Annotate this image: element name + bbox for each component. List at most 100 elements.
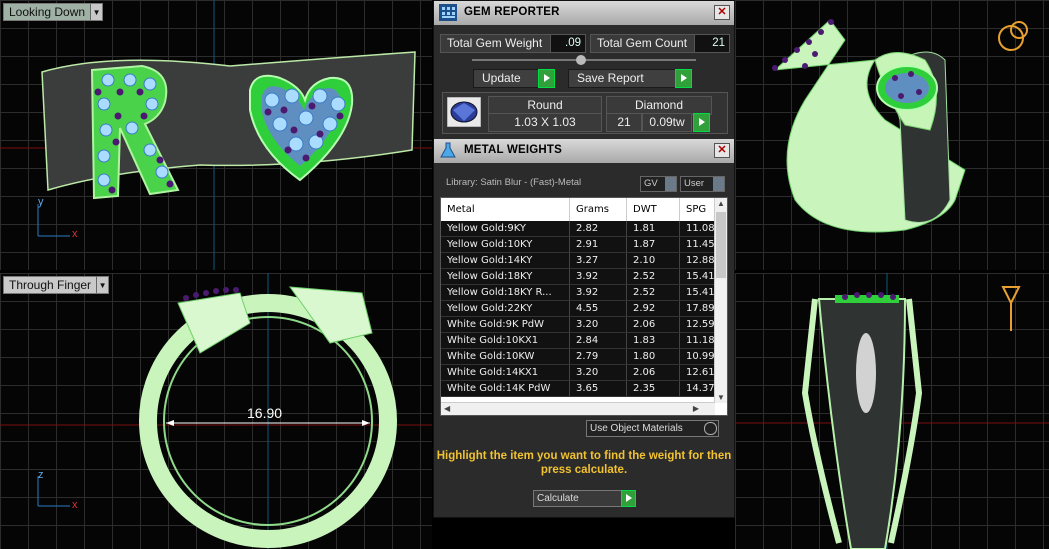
total-gem-weight-label: Total Gem Weight	[440, 34, 552, 53]
grams-cell: 3.92	[569, 284, 627, 301]
vertical-scrollbar[interactable]: ▲ ▼	[714, 198, 727, 403]
metal-cell: Yellow Gold:18KY	[441, 268, 570, 285]
scroll-up-icon[interactable]: ▲	[717, 199, 725, 208]
chevron-down-icon[interactable]: ▼	[90, 4, 103, 20]
grams-cell: 3.92	[569, 268, 627, 285]
column-header[interactable]: Metal	[441, 198, 570, 221]
table-row[interactable]: Yellow Gold:18KY R... 3.92 2.52 15.41	[441, 284, 727, 301]
table-row[interactable]: Yellow Gold:14KY 3.27 2.10 12.88	[441, 252, 727, 269]
gem-go-button[interactable]	[693, 113, 710, 132]
ring-front-view	[0, 273, 432, 549]
update-label: Update	[482, 71, 521, 85]
viewport-top-left[interactable]: y x Looking Down ▼	[0, 0, 432, 270]
metal-cell: Yellow Gold:22KY	[441, 300, 570, 317]
viewport-bottom-right[interactable]	[735, 273, 1049, 549]
scroll-thumb[interactable]	[716, 212, 726, 278]
update-button[interactable]: Update	[473, 69, 555, 88]
viewport-label-top-left[interactable]: Looking Down ▼	[3, 3, 104, 21]
panel-splitter[interactable]	[472, 55, 696, 65]
scroll-left-icon[interactable]: ◀	[444, 404, 450, 413]
close-icon[interactable]: ✕	[714, 143, 730, 158]
table-row[interactable]: White Gold:10KW 2.79 1.80 10.99	[441, 348, 727, 365]
viewport-top-right[interactable]	[735, 0, 1049, 270]
save-report-button[interactable]: Save Report	[568, 69, 692, 88]
column-header[interactable]: Grams	[569, 198, 627, 221]
dwt-cell: 2.06	[626, 316, 680, 333]
metal-cell: White Gold:10KX1	[441, 332, 570, 349]
radio-icon	[704, 422, 717, 435]
flask-icon	[440, 142, 456, 158]
dwt-cell: 1.87	[626, 236, 680, 253]
table-row[interactable]: Yellow Gold:22KY 4.55 2.92 17.89	[441, 300, 727, 317]
table-row[interactable]: Yellow Gold:18KY 3.92 2.52 15.41	[441, 268, 727, 285]
table-row[interactable]: White Gold:9K PdW 3.20 2.06 12.59	[441, 316, 727, 333]
dwt-cell: 2.52	[626, 284, 680, 301]
grams-cell: 3.20	[569, 316, 627, 333]
dwt-cell: 1.83	[626, 332, 680, 349]
metal-cell: Yellow Gold:9KY	[441, 221, 570, 237]
metal-cell: White Gold:9K PdW	[441, 316, 570, 333]
instruction-text: Highlight the item you want to find the …	[436, 450, 732, 476]
gv-selector[interactable]: GV	[640, 176, 677, 192]
use-object-materials-toggle[interactable]: Use Object Materials	[586, 420, 719, 437]
user-selector[interactable]: User	[680, 176, 725, 192]
gem-reporter-panel: GEM REPORTER ✕ Total Gem Weight .09 Tota…	[433, 0, 735, 518]
chevron-down-icon[interactable]: ▼	[96, 277, 109, 293]
info-icon	[713, 177, 724, 191]
gem-count: 21	[606, 113, 642, 132]
perspective-gizmo-icon	[998, 21, 1028, 51]
ring-diameter-dimension: 16.90	[247, 405, 283, 421]
total-gem-weight-value: .09	[550, 34, 586, 53]
horizontal-scrollbar[interactable]: ◀ ▶	[441, 402, 715, 415]
metal-cell: White Gold:14K PdW	[441, 380, 570, 397]
total-gem-count-value: 21	[694, 34, 730, 53]
scroll-down-icon[interactable]: ▼	[717, 393, 725, 402]
metal-cell: Yellow Gold:10KY	[441, 236, 570, 253]
table-row[interactable]: White Gold:14KX1 3.20 2.06 12.61	[441, 364, 727, 381]
table-row[interactable]: Yellow Gold:10KY 2.91 1.87 11.45	[441, 236, 727, 253]
dwt-cell: 1.81	[626, 221, 680, 237]
use-object-materials-label: Use Object Materials	[590, 423, 683, 434]
gem-reporter-header[interactable]: GEM REPORTER ✕	[434, 1, 734, 25]
user-label: User	[684, 178, 705, 189]
x-axis-label: x	[72, 499, 78, 511]
play-icon	[621, 490, 636, 507]
column-header[interactable]: DWT	[626, 198, 680, 221]
metal-weights-header[interactable]: METAL WEIGHTS ✕	[434, 139, 734, 163]
scroll-right-icon[interactable]: ▶	[693, 404, 699, 413]
viewport-bottom-left[interactable]: 16.90 z x Through Finger ▼	[0, 273, 432, 549]
z-axis-label: z	[38, 469, 44, 481]
dwt-cell: 2.35	[626, 380, 680, 397]
grams-cell: 2.84	[569, 332, 627, 349]
dwt-cell: 2.92	[626, 300, 680, 317]
table-row[interactable]: White Gold:14K PdW 3.65 2.35 14.37	[441, 380, 727, 397]
play-icon	[699, 118, 705, 126]
metal-cell: White Gold:14KX1	[441, 364, 570, 381]
viewport-label-bottom-left[interactable]: Through Finger ▼	[3, 276, 110, 294]
round-diamond-icon	[447, 97, 481, 127]
x-axis-label: x	[72, 228, 78, 240]
ring-perspective-view	[772, 19, 1028, 233]
splitter-knob[interactable]	[576, 55, 586, 65]
grams-cell: 2.82	[569, 221, 627, 237]
ring-side-view	[735, 273, 1049, 549]
grams-cell: 3.65	[569, 380, 627, 397]
close-icon[interactable]: ✕	[714, 5, 730, 20]
play-icon	[675, 69, 692, 88]
y-axis-label: y	[38, 196, 44, 208]
info-icon	[665, 177, 676, 191]
calculate-button[interactable]: Calculate	[533, 490, 636, 507]
gem-weight: 0.09tw	[642, 113, 692, 132]
grams-cell: 3.27	[569, 252, 627, 269]
table-row[interactable]: White Gold:10KX1 2.84 1.83 11.18	[441, 332, 727, 349]
total-gem-count-label: Total Gem Count	[590, 34, 696, 53]
grams-cell: 4.55	[569, 300, 627, 317]
table-row[interactable]: Yellow Gold:9KY 2.82 1.81 11.08	[441, 221, 727, 237]
metal-cell: Yellow Gold:14KY	[441, 252, 570, 269]
dwt-cell: 1.80	[626, 348, 680, 365]
metal-weights-table[interactable]: Metal Grams DWT SPG Yellow Gold:9KY 2.82 1…	[440, 197, 728, 416]
ring-top-view	[0, 0, 432, 270]
metal-cell: Yellow Gold:18KY R...	[441, 284, 570, 301]
gv-label: GV	[644, 178, 658, 189]
gem-reporter-icon	[439, 4, 457, 21]
